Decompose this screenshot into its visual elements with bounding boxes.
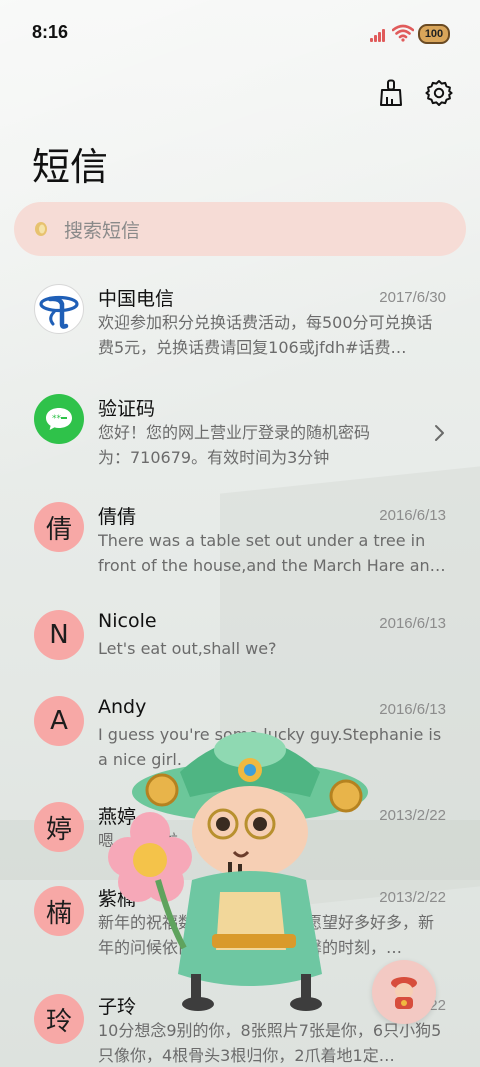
avatar: A — [34, 696, 84, 746]
conversation-date: 2016/6/13 — [379, 615, 446, 632]
avatar: 楠 — [34, 886, 84, 936]
conversation-preview: Let's eat out,shall we? — [98, 639, 277, 658]
conversation-preview: 10分想念9别的你，8张照片7张是你，6只小狗5只像你，4根骨头3根归你，2爪着… — [98, 1021, 442, 1065]
header-actions — [376, 78, 454, 108]
search-input[interactable]: 搜索短信 — [64, 216, 140, 243]
status-bar: 8:16 100 — [0, 0, 480, 68]
telecom-logo-icon — [39, 295, 79, 329]
floating-mascot-button[interactable] — [372, 960, 436, 1024]
mascot-icon — [391, 977, 417, 1009]
conversation-name: 验证码 — [98, 398, 156, 420]
conversation-preview: 欢迎参加积分兑换话费活动，每500分可兑换话费5元，兑换话费请回复106或jfd… — [98, 313, 433, 357]
conversation-date: 2013/2/22 — [379, 807, 446, 824]
china-telecom-logo — [34, 284, 84, 334]
battery-indicator: 100 — [418, 24, 450, 44]
conversation-name: 倩倩 — [98, 506, 137, 528]
clean-icon — [380, 79, 402, 106]
avatar: 婷 — [34, 802, 84, 852]
conversation-date: 2013/2/22 — [379, 889, 446, 906]
search-icon — [35, 222, 47, 236]
conversation-preview: There was a table set out under a tree i… — [98, 531, 446, 575]
avatar: N — [34, 610, 84, 660]
status-time: 8:16 — [32, 22, 69, 42]
conversation-date: 2016/6/13 — [379, 701, 446, 718]
conversation-date: 2016/6/13 — [379, 507, 446, 524]
conversation-row[interactable]: 中国电信 2017/6/30 欢迎参加积分兑换话费活动，每500分可兑换话费5元… — [0, 262, 480, 372]
svg-text:**: ** — [52, 414, 62, 424]
clean-button[interactable] — [376, 78, 406, 108]
conversation-date: 2017/6/30 — [379, 289, 446, 306]
avatar: 玲 — [34, 994, 84, 1044]
conversation-row[interactable]: 倩 倩倩 2016/6/13 There was a table set out… — [0, 482, 480, 592]
chevron-right-icon[interactable] — [434, 424, 446, 442]
conversation-row[interactable]: N Nicole 2016/6/13 Let's eat out,shall w… — [0, 592, 480, 678]
message-avatar: ** — [34, 394, 84, 444]
conversation-name: Nicole — [98, 610, 157, 632]
message-icon: ** — [46, 408, 72, 430]
conversation-row[interactable]: ** 验证码 您好！您的网上营业厅登录的随机密码为：710679。有效时间为3分… — [0, 372, 480, 482]
wifi-icon — [392, 24, 414, 42]
page-title: 短信 — [32, 145, 109, 189]
gear-icon — [425, 80, 453, 106]
settings-button[interactable] — [424, 78, 454, 108]
signal-icon — [370, 28, 388, 42]
avatar: 倩 — [34, 502, 84, 552]
mascot-illustration — [108, 732, 368, 1011]
conversation-preview: 您好！您的网上营业厅登录的随机密码为：710679。有效时间为3分钟 — [98, 423, 371, 467]
conversation-name: 中国电信 — [98, 288, 175, 310]
search-bar[interactable]: 搜索短信 — [14, 202, 466, 256]
